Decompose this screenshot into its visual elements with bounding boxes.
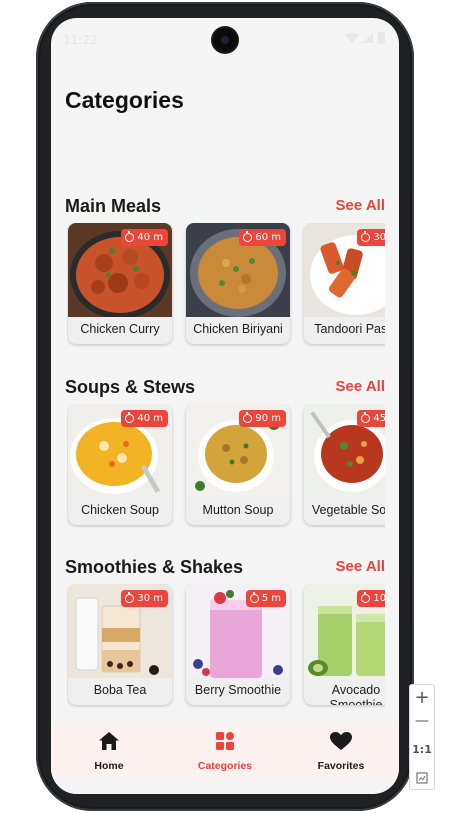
recipe-card[interactable]: 30 m Boba Tea [68,584,172,705]
recipe-card[interactable]: 60 m Chicken Biriyani [186,223,290,344]
timer-icon [361,231,371,242]
nav-label: Categories [197,760,253,772]
section-title: Soups & Stews [65,377,196,397]
nav-label: Favorites [317,760,365,772]
recipe-name: Avocado Smoothie [329,683,383,705]
nav-item-home[interactable]: Home [64,731,154,772]
recipe-name: Vegetable Soup [311,503,385,517]
gesture-area [51,777,399,794]
front-camera [213,28,237,52]
timer-icon [243,231,253,242]
timer-icon [361,592,371,603]
recipe-name: Chicken Curry [80,322,160,336]
recipe-card[interactable]: 45 m Vegetable Soup [304,404,385,525]
zoom-in-icon[interactable]: + [410,687,434,708]
recipe-carousel[interactable]: 40 m Chicken Soup 90 m Mutton Soup 45 Ve… [67,404,385,532]
cook-time-badge: 40 m [121,410,168,427]
recipe-card[interactable]: 90 m Mutton Soup [186,404,290,525]
cook-time-badge: 30 m [121,590,168,607]
cook-time-badge: 40 m [121,229,168,246]
timer-icon [243,412,253,423]
recipe-card[interactable]: 40 m Chicken Soup [68,404,172,525]
section-title: Smoothies & Shakes [65,557,244,577]
recipe-card[interactable]: 40 m Chicken Curry [68,223,172,344]
home-icon [99,732,119,750]
recipe-name: Tandoori Pasta [314,322,385,336]
see-all-button[interactable]: See All [336,378,385,395]
recipe-carousel[interactable]: 40 m Chicken Curry 60 m Chicken Biriyani [67,223,385,351]
timer-icon [361,412,371,423]
status-icons [346,32,385,44]
signal-icon [363,33,373,43]
timer-icon [125,412,135,423]
timer-icon [125,592,135,603]
phone-screen: 11:22 Categories Main Meals See All 40 m… [51,18,399,794]
timer-icon [125,231,135,242]
recipe-card[interactable]: 30 m Tandoori Pasta [304,223,385,344]
see-all-button[interactable]: See All [336,558,385,575]
status-time: 11:22 [63,33,98,47]
cook-time-badge: 90 m [239,410,286,427]
bottom-navigation: Home Categories Favorites [51,725,399,777]
status-bar: 11:22 [51,18,399,62]
fit-screen-icon[interactable] [410,769,434,788]
section-header: Smoothies & Shakes See All [65,557,385,581]
nav-item-categories[interactable]: Categories [180,731,270,772]
heart-icon [330,732,352,750]
recipe-card[interactable]: 5 m Berry Smoothie [186,584,290,705]
battery-icon [378,32,385,44]
recipe-name: Chicken Biriyani [193,322,283,336]
cook-time-badge: 10 m [357,590,385,607]
page-title: Categories [65,87,184,113]
recipe-name: Boba Tea [93,683,147,697]
recipe-card[interactable]: 10 m Avocado Smoothie [304,584,385,705]
section-title: Main Meals [65,196,162,216]
nav-item-favorites[interactable]: Favorites [296,731,386,772]
cook-time-badge: 45 m [357,410,385,427]
zoom-out-icon[interactable]: — [410,713,434,729]
timer-icon [249,592,259,603]
section-header: Soups & Stews See All [65,377,385,401]
recipe-name: Berry Smoothie [194,683,282,697]
wifi-icon [346,33,358,43]
recipe-name: Mutton Soup [202,503,274,517]
nav-label: Home [94,760,124,772]
see-all-button[interactable]: See All [336,197,385,214]
cook-time-badge: 5 m [245,590,286,607]
cook-time-badge: 60 m [239,229,286,246]
section-header: Main Meals See All [65,196,385,220]
emulator-zoom-toolbar: + — 1:1 [409,684,435,790]
categories-icon [216,732,234,750]
recipe-carousel[interactable]: 30 m Boba Tea 5 m Berry Smoothie 10 Avoc… [67,584,385,712]
recipe-name: Chicken Soup [81,503,159,517]
cook-time-badge: 30 m [357,229,385,246]
zoom-actual-size-button[interactable]: 1:1 [410,743,434,756]
